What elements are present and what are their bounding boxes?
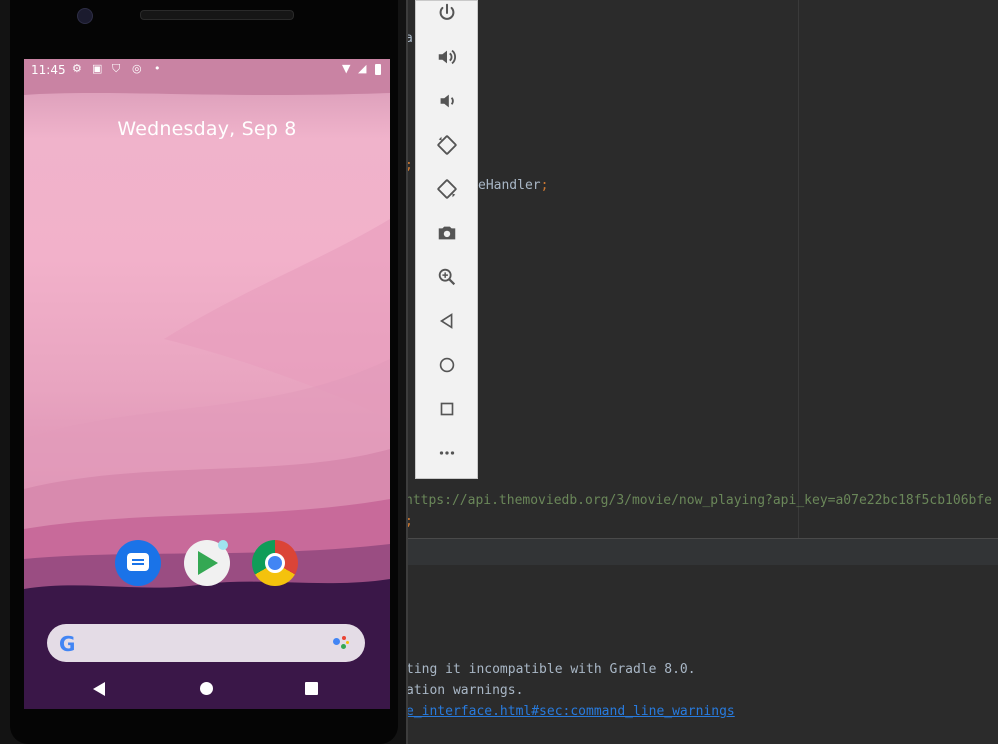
status-bar[interactable]: 11:45 ⚙ ▣ ⛉ ◎ • ▼ ◢ [24, 59, 390, 81]
console-line-1: ting it incompatible with Gradle 8.0. [406, 662, 696, 677]
current-line-highlight [404, 539, 998, 565]
a-icon: ▣ [92, 62, 103, 75]
assistant-icon[interactable] [333, 636, 351, 652]
date-widget[interactable]: Wednesday, Sep 8 [24, 118, 390, 140]
zoom-icon[interactable] [416, 259, 477, 295]
signal-icon: ◢ [358, 62, 367, 75]
wallpaper-waves [24, 59, 390, 709]
back-nav-icon[interactable] [93, 682, 105, 696]
console-doc-link[interactable]: e_interface.html#sec:command_line_warnin… [406, 704, 735, 720]
emulator-window: 11:45 ⚙ ▣ ⛉ ◎ • ▼ ◢ Wednesday, Sep 8 G [0, 0, 408, 744]
back-icon[interactable] [416, 303, 477, 339]
front-camera [77, 8, 93, 24]
dot-icon: • [154, 62, 161, 75]
right-margin-guide [798, 0, 799, 538]
rotate-left-icon[interactable] [416, 127, 477, 163]
api-url-string[interactable]: https://api.themoviedb.org/3/movie/now_p… [405, 493, 992, 509]
sync-icon: ◎ [132, 62, 142, 75]
console-line-2: ation warnings. [406, 683, 524, 698]
nav-bar [24, 671, 390, 709]
rotate-right-icon[interactable] [416, 171, 477, 207]
messages-app-icon[interactable] [115, 540, 161, 586]
more-icon[interactable] [416, 435, 477, 471]
camera-icon[interactable] [416, 215, 477, 251]
volume-up-icon[interactable] [416, 39, 477, 75]
google-logo-icon: G [59, 632, 76, 656]
emulator-toolbar [415, 0, 478, 479]
home-icon[interactable] [416, 347, 477, 383]
battery-icon [375, 64, 381, 75]
earpiece-speaker [140, 10, 294, 20]
code-fragment-3: eHandler; [478, 178, 549, 193]
power-icon[interactable] [416, 0, 477, 31]
wifi-icon: ▼ [342, 62, 351, 75]
overview-icon[interactable] [416, 391, 477, 427]
google-search-bar[interactable]: G [47, 624, 365, 662]
clock: 11:45 [31, 63, 66, 77]
notification-dot [218, 540, 228, 550]
volume-down-icon[interactable] [416, 83, 477, 119]
gear-icon: ⚙ [72, 62, 82, 75]
phone-home-screen[interactable]: 11:45 ⚙ ▣ ⛉ ◎ • ▼ ◢ Wednesday, Sep 8 G [24, 59, 390, 709]
recents-nav-icon[interactable] [305, 682, 318, 695]
play-store-app-icon[interactable] [184, 540, 230, 586]
home-nav-icon[interactable] [200, 682, 213, 695]
shield-icon: ⛉ [112, 62, 121, 75]
chrome-app-icon[interactable] [252, 540, 298, 586]
